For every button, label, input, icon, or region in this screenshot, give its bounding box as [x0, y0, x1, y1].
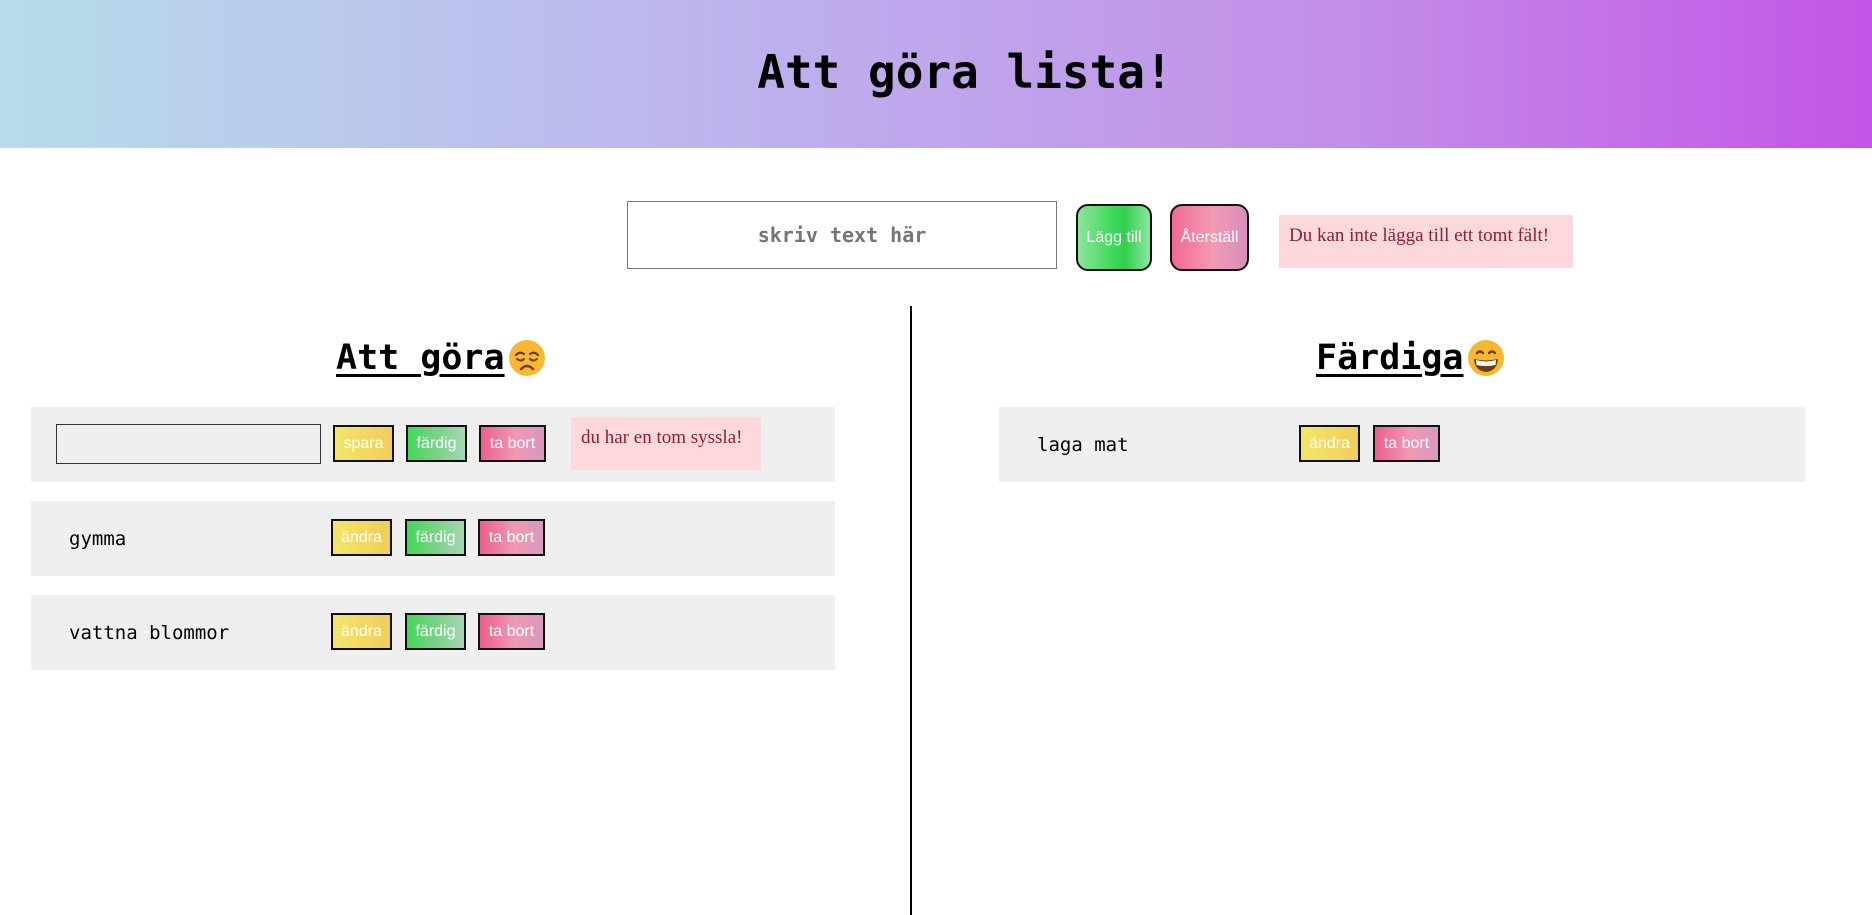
column-divider [910, 306, 912, 915]
page-header: Att göra lista! [0, 0, 1872, 148]
grinning-face-icon [1467, 340, 1504, 376]
delete-button[interactable]: ta bort [478, 519, 545, 556]
page-title: Att göra lista! [757, 45, 1173, 99]
new-task-input[interactable] [627, 201, 1057, 269]
reset-button[interactable]: Återställ [1170, 204, 1249, 271]
done-item: laga mat ändra ta bort [999, 407, 1805, 482]
todo-title: Att göra [336, 338, 505, 378]
delete-button[interactable]: ta bort [479, 425, 546, 462]
edit-button[interactable]: ändra [1299, 425, 1360, 462]
edit-button[interactable]: ändra [331, 519, 392, 556]
weary-face-icon [508, 340, 545, 376]
delete-button[interactable]: ta bort [1373, 425, 1440, 462]
task-text: laga mat [1037, 433, 1129, 456]
delete-button[interactable]: ta bort [478, 613, 545, 650]
done-button[interactable]: färdig [405, 519, 466, 556]
empty-task-error: du har en tom syssla! [571, 417, 761, 470]
done-heading: Färdiga [1316, 336, 1506, 380]
save-button[interactable]: spara [333, 425, 394, 462]
done-button[interactable]: färdig [406, 425, 467, 462]
todo-item-editing: spara färdig ta bort du har en tom syssl… [31, 407, 835, 482]
done-button[interactable]: färdig [405, 613, 466, 650]
todo-item: gymma ändra färdig ta bort [31, 501, 835, 576]
edit-task-input[interactable] [56, 424, 321, 464]
empty-field-error: Du kan inte lägga till ett tomt fält! [1279, 215, 1573, 268]
edit-button[interactable]: ändra [331, 613, 392, 650]
add-button[interactable]: Lägg till [1076, 204, 1152, 271]
todo-heading: Att göra [336, 336, 547, 380]
done-title: Färdiga [1316, 338, 1464, 378]
task-text: vattna blommor [69, 621, 230, 644]
todo-item: vattna blommor ändra färdig ta bort [31, 595, 835, 670]
task-text: gymma [69, 527, 127, 550]
